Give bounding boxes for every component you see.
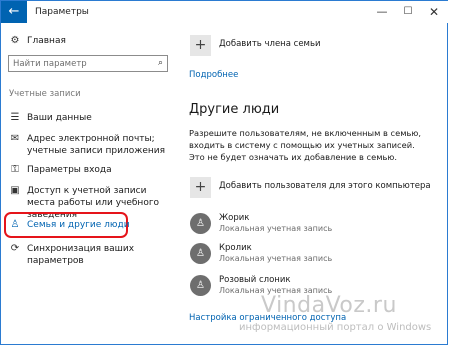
- person-name[interactable]: Жорик: [219, 213, 249, 223]
- section-heading: Учетные записи: [9, 89, 81, 99]
- minimize-icon: —: [376, 5, 388, 18]
- window-title: Параметры: [35, 7, 89, 17]
- person-account-type: Локальная учетная запись: [219, 254, 333, 263]
- avatar[interactable]: ♙: [190, 243, 211, 264]
- sidebar-item-label: Адрес электронной почты; учетные записи …: [27, 134, 166, 156]
- sidebar-item-label: Параметры входа: [27, 165, 112, 175]
- add-family-member-button[interactable]: Добавить члена семьи: [219, 39, 321, 49]
- add-user-plus-icon[interactable]: +: [190, 177, 211, 198]
- sidebar-item-label: Ваши данные: [27, 113, 92, 123]
- user-info-icon: ☰: [10, 112, 20, 123]
- gear-icon: ⚙: [10, 35, 20, 46]
- person-name[interactable]: Розовый слоник: [219, 275, 291, 285]
- person-icon: ♙: [10, 219, 20, 230]
- sidebar-item-label: Главная: [27, 36, 66, 46]
- other-people-description: Разрешите пользователям, не включенным в…: [189, 128, 421, 162]
- other-people-heading: Другие люди: [189, 102, 280, 117]
- close-button[interactable]: ✕: [421, 1, 447, 23]
- key-icon: ⚿: [11, 164, 19, 175]
- title-bar: ← Параметры — ☐ ✕: [1, 1, 449, 23]
- watermark-tagline: информационный портал о Windows: [239, 322, 432, 333]
- search-box[interactable]: ⌕: [8, 55, 168, 72]
- close-icon: ✕: [428, 5, 440, 19]
- mail-icon: ✉: [10, 133, 20, 144]
- avatar[interactable]: ♙: [190, 275, 211, 296]
- back-button[interactable]: ←: [1, 1, 27, 23]
- back-arrow-icon: ←: [8, 4, 20, 19]
- settings-window: ← Параметры — ☐ ✕ ⚙ Главная ⌕ Учетные за…: [0, 0, 449, 346]
- person-name[interactable]: Кролик: [219, 243, 252, 253]
- maximize-button[interactable]: ☐: [395, 1, 421, 23]
- sidebar-item-label: Синхронизация ваших параметров: [27, 244, 135, 266]
- add-family-plus-icon[interactable]: +: [190, 35, 211, 56]
- watermark-site: VindaVoz.ru: [261, 293, 397, 318]
- more-link[interactable]: Подробнее: [189, 70, 238, 80]
- minimize-button[interactable]: —: [369, 1, 395, 23]
- sync-icon: ⟳: [10, 243, 20, 254]
- sidebar: ⚙ Главная ⌕ Учетные записи ☰ Ваши данные…: [1, 23, 179, 346]
- maximize-icon: ☐: [403, 6, 413, 17]
- person-account-type: Локальная учетная запись: [219, 224, 333, 233]
- add-user-button[interactable]: Добавить пользователя для этого компьюте…: [219, 181, 431, 191]
- sidebar-item-label: Семья и другие люди: [27, 220, 130, 230]
- avatar[interactable]: ♙: [190, 213, 211, 234]
- briefcase-icon: ▣: [10, 185, 20, 196]
- search-input[interactable]: [9, 56, 153, 71]
- search-icon[interactable]: ⌕: [158, 58, 163, 68]
